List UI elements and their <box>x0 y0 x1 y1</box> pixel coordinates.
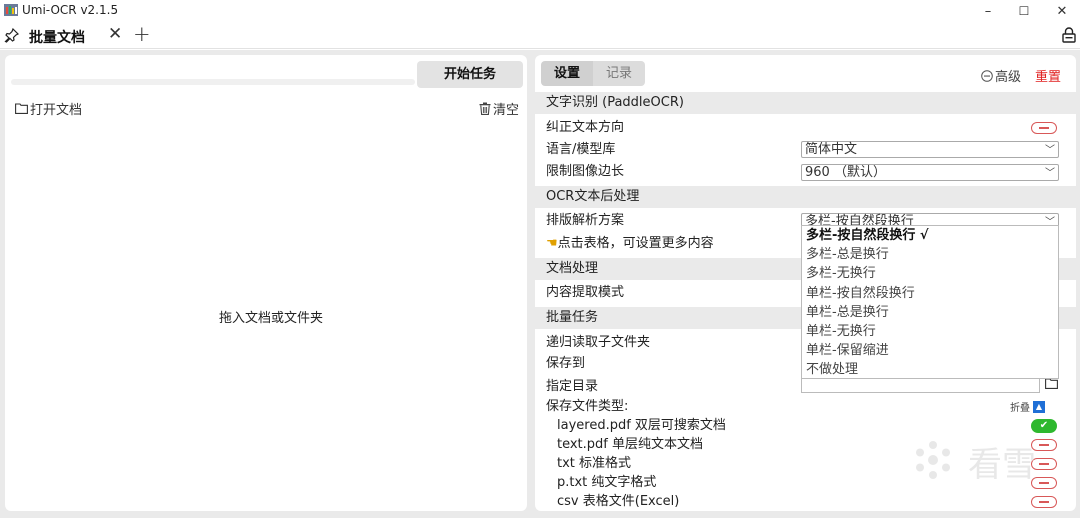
tab-close-icon[interactable]: ✕ <box>108 24 122 44</box>
section-postprocess: OCR文本后处理 <box>535 186 1076 208</box>
tab-batch-doc[interactable]: 批量文档 <box>29 27 85 47</box>
filetype-item: p.txt 纯文字格式 <box>557 475 657 490</box>
open-doc-button[interactable]: 打开文档 <box>15 99 82 118</box>
fold-toggle[interactable]: 折叠 ▲ <box>1010 399 1045 414</box>
watermark-logo-icon <box>916 441 950 479</box>
row-correct-direction: 纠正文本方向 <box>535 117 1076 139</box>
pointing-hand-icon: ☚ <box>546 236 558 251</box>
reset-button[interactable]: 重置 <box>1035 66 1061 85</box>
specify-dir-label: 指定目录 <box>546 379 599 394</box>
save-types-label: 保存文件类型: <box>546 399 629 414</box>
language-label: 语言/模型库 <box>546 142 616 157</box>
save-to-label: 保存到 <box>546 356 586 371</box>
layout-scheme-dropdown: 多栏-按自然段换行 √ 多栏-总是换行 多栏-无换行 单栏-按自然段换行 单栏-… <box>801 225 1059 379</box>
add-tab-icon[interactable]: + <box>133 22 151 46</box>
tab-records[interactable]: 记录 <box>593 61 645 86</box>
dropdown-option[interactable]: 单栏-总是换行 <box>802 303 1058 322</box>
dropdown-option[interactable]: 多栏-按自然段换行 √ <box>802 226 1058 245</box>
pin-icon[interactable] <box>4 27 20 43</box>
drop-hint: 拖入文档或文件夹 <box>218 311 323 326</box>
start-task-button[interactable]: 开始任务 <box>417 61 523 88</box>
maximize-button[interactable]: ☐ <box>1006 0 1042 22</box>
close-button[interactable]: ✕ <box>1044 0 1080 22</box>
correct-direction-toggle[interactable] <box>1031 122 1057 134</box>
filetype-item: csv 表格文件(Excel) <box>557 494 680 509</box>
open-doc-label: 打开文档 <box>30 103 83 118</box>
lock-icon[interactable] <box>1062 27 1076 43</box>
dropdown-option[interactable]: 单栏-保留缩进 <box>802 341 1058 360</box>
layout-scheme-label: 排版解析方案 <box>546 213 625 228</box>
dropdown-option[interactable]: 不做处理 <box>802 360 1058 379</box>
settings-subtabs: 设置 记录 <box>541 61 645 86</box>
triangle-up-icon: ▲ <box>1033 400 1045 413</box>
filetype-item: text.pdf 单层纯文本文档 <box>557 437 704 452</box>
limit-side-label: 限制图像边长 <box>546 164 625 179</box>
minus-circle-icon <box>981 69 993 82</box>
chevron-down-icon: ﹀ <box>1045 168 1055 179</box>
folder-icon[interactable] <box>1045 378 1058 389</box>
row-limit-side: 限制图像边长 960 （默认） ﹀ <box>535 161 1076 183</box>
section-ocr: 文字识别 (PaddleOCR) <box>535 92 1076 114</box>
filetype-item: txt 标准格式 <box>557 456 632 471</box>
layered-pdf-toggle[interactable]: ✔ <box>1031 419 1057 433</box>
doc-list-panel[interactable]: 开始任务 打开文档 清空 拖入文档或文件夹 <box>5 55 527 511</box>
dropdown-option[interactable]: 单栏-按自然段换行 <box>802 284 1058 303</box>
title-bar: Umi-OCR v2.1.5 – ☐ ✕ <box>0 0 1080 22</box>
app-icon <box>4 4 18 16</box>
content-mode-label: 内容提取模式 <box>546 285 625 300</box>
dropdown-option[interactable]: 多栏-无换行 <box>802 264 1058 283</box>
correct-direction-label: 纠正文本方向 <box>546 120 625 135</box>
tab-bar: 批量文档 ✕ + <box>0 22 1080 49</box>
limit-side-value: 960 （默认） <box>805 165 886 180</box>
advanced-label: 高级 <box>995 70 1022 85</box>
fold-label: 折叠 <box>1010 403 1030 414</box>
recursive-label: 递归读取子文件夹 <box>546 335 651 350</box>
language-value: 简体中文 <box>805 142 858 157</box>
row-save-types: 保存文件类型: <box>535 396 1076 418</box>
task-progress-bar <box>11 79 415 85</box>
folder-icon <box>15 103 28 114</box>
advanced-toggle[interactable]: 高级 <box>981 66 1021 85</box>
csv-toggle[interactable] <box>1031 496 1057 508</box>
clear-button[interactable]: 清空 <box>479 99 519 118</box>
row-language: 语言/模型库 简体中文 ﹀ <box>535 139 1076 161</box>
window-title: Umi-OCR v2.1.5 <box>22 3 119 17</box>
language-select[interactable]: 简体中文 ﹀ <box>801 141 1059 158</box>
chevron-down-icon: ﹀ <box>1045 145 1055 156</box>
trash-icon <box>479 102 491 115</box>
minimize-button[interactable]: – <box>970 0 1006 22</box>
dropdown-option[interactable]: 单栏-无换行 <box>802 322 1058 341</box>
tab-settings[interactable]: 设置 <box>541 61 593 86</box>
watermark-text: 看雪 <box>968 445 1036 485</box>
dropdown-option[interactable]: 多栏-总是换行 <box>802 245 1058 264</box>
filetype-item: layered.pdf 双层可搜索文档 <box>557 418 726 433</box>
table-hint-label: 点击表格，可设置更多内容 <box>557 236 714 251</box>
clear-label: 清空 <box>492 103 519 118</box>
limit-side-select[interactable]: 960 （默认） ﹀ <box>801 164 1059 181</box>
